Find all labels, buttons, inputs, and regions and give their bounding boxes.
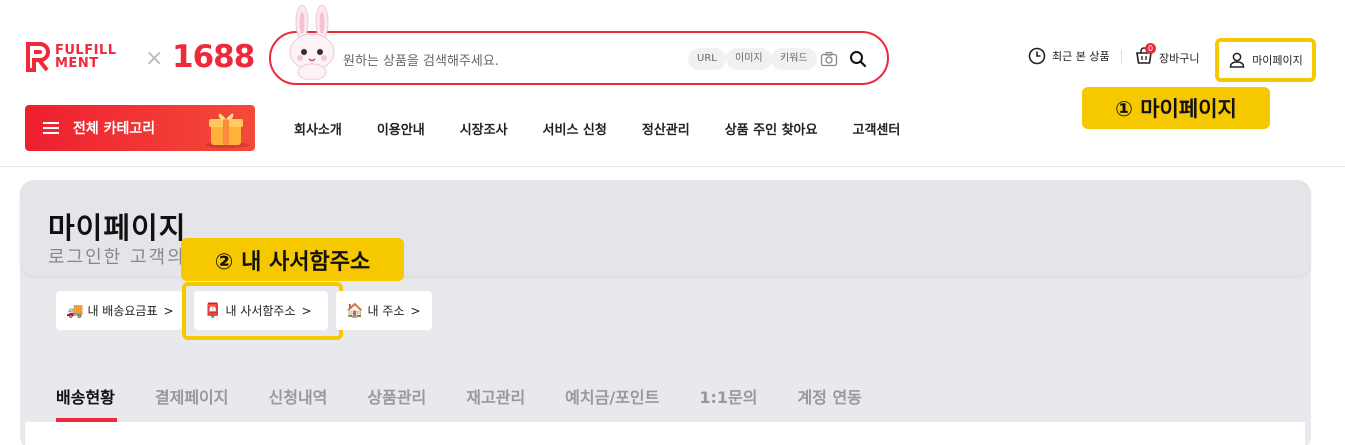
page-subtitle: 로그인한 고객의 bbox=[48, 247, 186, 268]
page-root: FULFILL MENT × 1688 원하는 상품을 검색해주세요. URL … bbox=[0, 0, 1345, 445]
cart-label: 장바구니 bbox=[1159, 51, 1200, 65]
bunny-mascot-icon bbox=[289, 4, 335, 80]
fulfillment-logo[interactable]: FULFILL MENT bbox=[25, 42, 117, 72]
tab-inquiry[interactable]: 1:1문의 bbox=[699, 384, 757, 408]
tab-payment[interactable]: 결제페이지 bbox=[155, 384, 229, 408]
search-chip-keyword[interactable]: 키워드 bbox=[771, 48, 817, 70]
tab-deposit-points[interactable]: 예치금/포인트 bbox=[565, 384, 659, 408]
search-icon[interactable] bbox=[848, 49, 868, 69]
tab-requests[interactable]: 신청내역 bbox=[269, 384, 328, 408]
my-address-label: 내 주소 bbox=[367, 304, 405, 318]
all-category-button[interactable]: 전체 카테고리 bbox=[25, 105, 255, 151]
nav-settlement[interactable]: 정산관리 bbox=[642, 119, 690, 138]
tab-account-link[interactable]: 계정 연동 bbox=[797, 384, 861, 408]
main-nav: 회사소개 이용안내 시장조사 서비스 신청 정산관리 상품 주인 찾아요 고객센… bbox=[294, 119, 935, 138]
logo-text: FULFILL MENT bbox=[55, 44, 117, 70]
tab-products[interactable]: 상품관리 bbox=[367, 384, 426, 408]
search-bar[interactable]: 원하는 상품을 검색해주세요. URL 이미지 키워드 bbox=[269, 31, 889, 85]
shipping-fee-label: 내 배송요금표 bbox=[87, 304, 158, 318]
page-title: 마이페이지 bbox=[48, 211, 187, 245]
mypage-tabs: 배송현황 결제페이지 신청내역 상품관리 재고관리 예치금/포인트 1:1문의 … bbox=[56, 384, 902, 408]
user-icon bbox=[1229, 52, 1245, 68]
search-chip-url[interactable]: URL bbox=[688, 48, 726, 70]
pobox-highlight-frame bbox=[182, 282, 343, 340]
logo-mark-icon bbox=[26, 42, 50, 72]
nav-service-request[interactable]: 서비스 신청 bbox=[543, 119, 607, 138]
nav-customer-center[interactable]: 고객센터 bbox=[852, 119, 900, 138]
truck-icon: 🚚 bbox=[66, 302, 84, 319]
cart-link[interactable]: 0 장바구니 bbox=[1135, 43, 1200, 68]
hamburger-menu-icon bbox=[43, 122, 59, 134]
gift-box-icon bbox=[205, 113, 249, 148]
tab-content-panel bbox=[25, 422, 1305, 445]
my-address-link[interactable]: 🏠 내 주소 > bbox=[336, 291, 432, 330]
nav-market-research[interactable]: 시장조사 bbox=[460, 119, 508, 138]
clock-icon bbox=[1028, 47, 1046, 65]
logo-separator: × bbox=[145, 46, 164, 71]
partner-logo-1688[interactable]: 1688 bbox=[172, 39, 255, 75]
chevron-right-icon: > bbox=[163, 303, 174, 318]
header-divider bbox=[0, 166, 1345, 167]
mypage-link[interactable]: 마이페이지 bbox=[1215, 38, 1316, 82]
cart-icon-wrap: 0 bbox=[1135, 43, 1159, 68]
camera-icon[interactable] bbox=[820, 50, 838, 68]
search-input[interactable]: 원하는 상품을 검색해주세요. bbox=[343, 50, 499, 69]
nav-company[interactable]: 회사소개 bbox=[294, 119, 342, 138]
tab-inventory[interactable]: 재고관리 bbox=[466, 384, 525, 408]
mypage-label: 마이페이지 bbox=[1252, 54, 1303, 67]
tab-shipping-status[interactable]: 배송현황 bbox=[56, 384, 115, 408]
shipping-fee-table-link[interactable]: 🚚 내 배송요금표 > bbox=[56, 291, 182, 330]
search-chip-image[interactable]: 이미지 bbox=[726, 48, 772, 70]
util-divider bbox=[1121, 50, 1122, 64]
nav-find-owner[interactable]: 상품 주인 찾아요 bbox=[725, 119, 818, 138]
chevron-right-icon: > bbox=[410, 303, 421, 318]
cart-count-badge: 0 bbox=[1145, 43, 1156, 54]
callout-pobox: ② 내 사서함주소 bbox=[181, 238, 404, 281]
house-icon: 🏠 bbox=[346, 302, 364, 319]
all-category-label: 전체 카테고리 bbox=[73, 121, 156, 137]
recent-products-label: 최근 본 상품 bbox=[1052, 50, 1110, 63]
nav-guide[interactable]: 이용안내 bbox=[377, 119, 425, 138]
recent-products-link[interactable]: 최근 본 상품 bbox=[1028, 47, 1110, 65]
callout-mypage: ① 마이페이지 bbox=[1082, 87, 1270, 129]
logo-line2: MENT bbox=[55, 56, 99, 71]
